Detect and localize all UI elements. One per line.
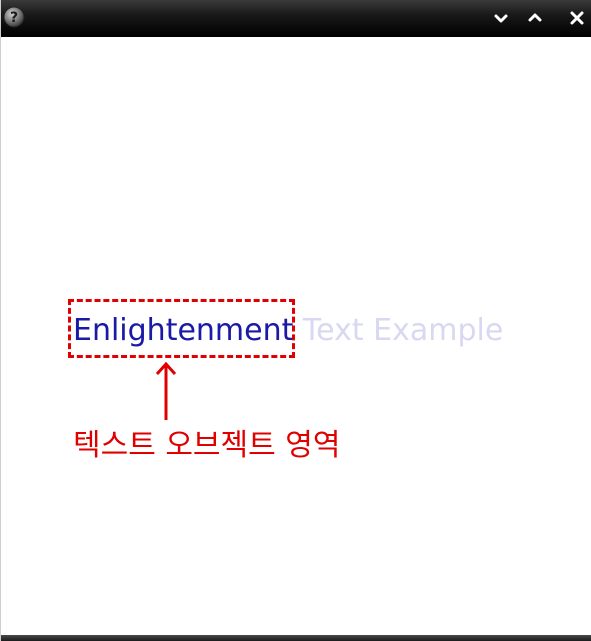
minimize-button[interactable] bbox=[490, 7, 512, 29]
window-bottom-border bbox=[1, 635, 591, 641]
chevron-up-icon bbox=[528, 13, 542, 22]
chevron-down-icon bbox=[494, 14, 508, 23]
question-mark-icon: ? bbox=[3, 6, 25, 28]
close-button[interactable] bbox=[566, 7, 588, 29]
help-button[interactable]: ? bbox=[3, 6, 25, 28]
title-bar[interactable]: ? bbox=[1, 0, 591, 37]
close-icon bbox=[570, 11, 584, 25]
text-object-boundary bbox=[68, 299, 295, 358]
app-window: ? Enlightenment Text Example Enlightenme… bbox=[0, 0, 591, 641]
maximize-button[interactable] bbox=[524, 7, 546, 29]
up-arrow-icon bbox=[155, 361, 177, 420]
svg-text:?: ? bbox=[10, 10, 18, 26]
annotation-label: 텍스트 오브젝트 영역 bbox=[73, 428, 341, 463]
